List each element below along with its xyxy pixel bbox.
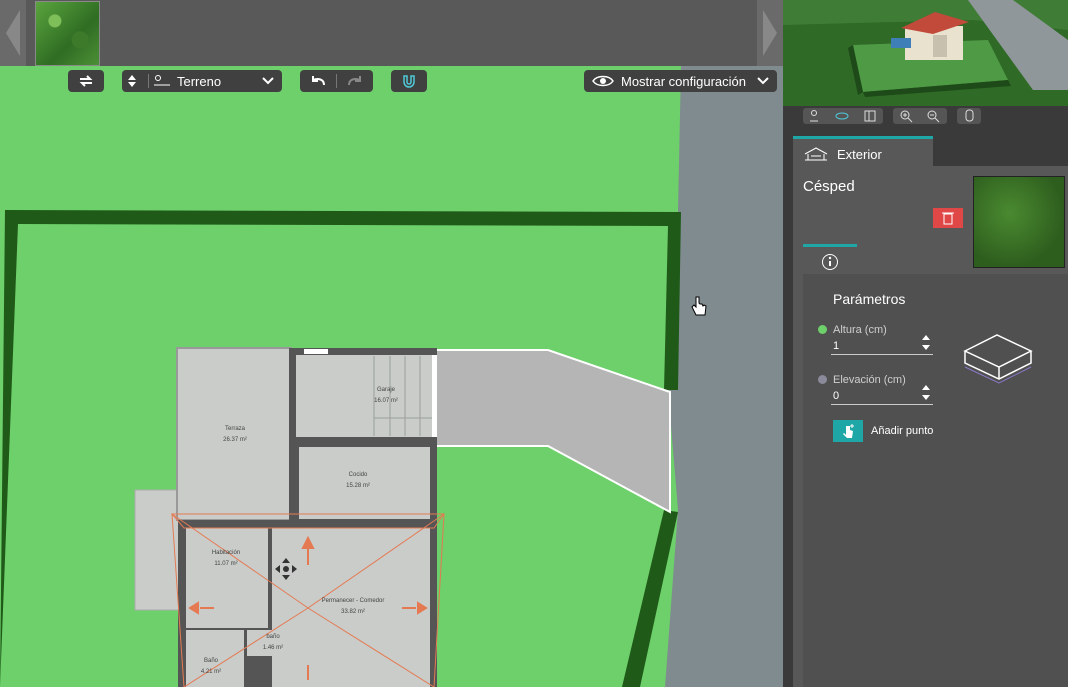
- terrain-block-icon: [963, 334, 1033, 384]
- mouse-mode-button[interactable]: [957, 108, 981, 124]
- stepper-icon[interactable]: [921, 334, 931, 350]
- material-strip: [0, 0, 783, 66]
- level-select[interactable]: Terreno: [122, 70, 282, 92]
- room-label-permanecer-comedor: Permanecer - Comedor 33.82 m²: [321, 598, 385, 615]
- layout-view-icon[interactable]: [863, 109, 877, 123]
- tab-info[interactable]: [803, 244, 857, 277]
- tab-exterior[interactable]: Exterior: [793, 136, 933, 169]
- display-settings-label: Mostrar configuración: [621, 73, 746, 89]
- elevacion-label: Elevación (cm): [833, 374, 906, 386]
- 3d-preview[interactable]: [783, 0, 1068, 128]
- add-point-label: Añadir punto: [871, 425, 934, 437]
- hand-cursor-icon: [691, 296, 707, 316]
- trash-icon: [942, 212, 954, 225]
- undo-icon: [312, 76, 325, 86]
- terrain-icon: [154, 75, 170, 86]
- room-label-garaje: Garaje 16.07 m²: [374, 387, 398, 404]
- object-name: Césped: [803, 178, 855, 195]
- zoom-out-icon[interactable]: [926, 109, 940, 123]
- info-icon: [822, 254, 838, 270]
- room-label-bano-small: baño 1.46 m²: [262, 634, 284, 651]
- altura-label: Altura (cm): [833, 324, 887, 336]
- chevron-right-icon: [763, 10, 777, 56]
- strip-prev-button[interactable]: [0, 0, 26, 66]
- section-title: Parámetros: [833, 291, 906, 307]
- road: [665, 66, 783, 687]
- add-point-icon: [843, 424, 854, 438]
- room-label-bano: Baño 4.21 m²: [200, 658, 222, 675]
- room-label-cocido: Cocido 15.28 m²: [346, 472, 370, 489]
- properties-panel: Exterior Césped Parámetros Altura (cm) 1…: [783, 128, 1068, 687]
- altura-status-dot: [818, 325, 827, 334]
- undo-redo-group: [300, 70, 373, 92]
- exterior-icon: [804, 147, 828, 161]
- magnet-button[interactable]: [391, 70, 427, 92]
- redo-icon: [348, 76, 361, 86]
- display-settings-dropdown[interactable]: Mostrar configuración: [584, 70, 777, 92]
- swap-icon: [79, 75, 93, 87]
- chevron-down-icon: [757, 77, 769, 85]
- redo-button[interactable]: [337, 75, 373, 87]
- material-preview-grass[interactable]: [973, 176, 1065, 268]
- zoom-in-icon[interactable]: [899, 109, 913, 123]
- eye-icon: [592, 75, 614, 87]
- floor-plan-canvas[interactable]: [0, 66, 783, 687]
- mouse-icon: [965, 109, 974, 122]
- swap-button[interactable]: [68, 70, 104, 92]
- strip-next-button[interactable]: [757, 0, 783, 66]
- level-select-label: Terreno: [177, 73, 222, 89]
- material-thumbnail-hedge[interactable]: [35, 1, 100, 66]
- undo-button[interactable]: [300, 75, 336, 87]
- chevron-left-icon: [6, 10, 20, 56]
- magnet-icon: [403, 75, 415, 88]
- stepper-icon[interactable]: [921, 384, 931, 400]
- add-point-button[interactable]: [833, 420, 863, 442]
- altura-input[interactable]: 1: [831, 335, 933, 355]
- elevacion-input[interactable]: 0: [831, 385, 933, 405]
- sort-icon: [128, 75, 136, 87]
- person-view-icon[interactable]: [807, 109, 821, 123]
- delete-button[interactable]: [933, 208, 963, 228]
- room-label-habitacion: Habitación 11.07 m²: [211, 550, 241, 567]
- chevron-down-icon: [262, 77, 274, 85]
- room-label-terraza: Terraza 26.37 m²: [223, 426, 247, 443]
- elevacion-status-dot: [818, 375, 827, 384]
- orbit-view-icon[interactable]: [835, 109, 849, 123]
